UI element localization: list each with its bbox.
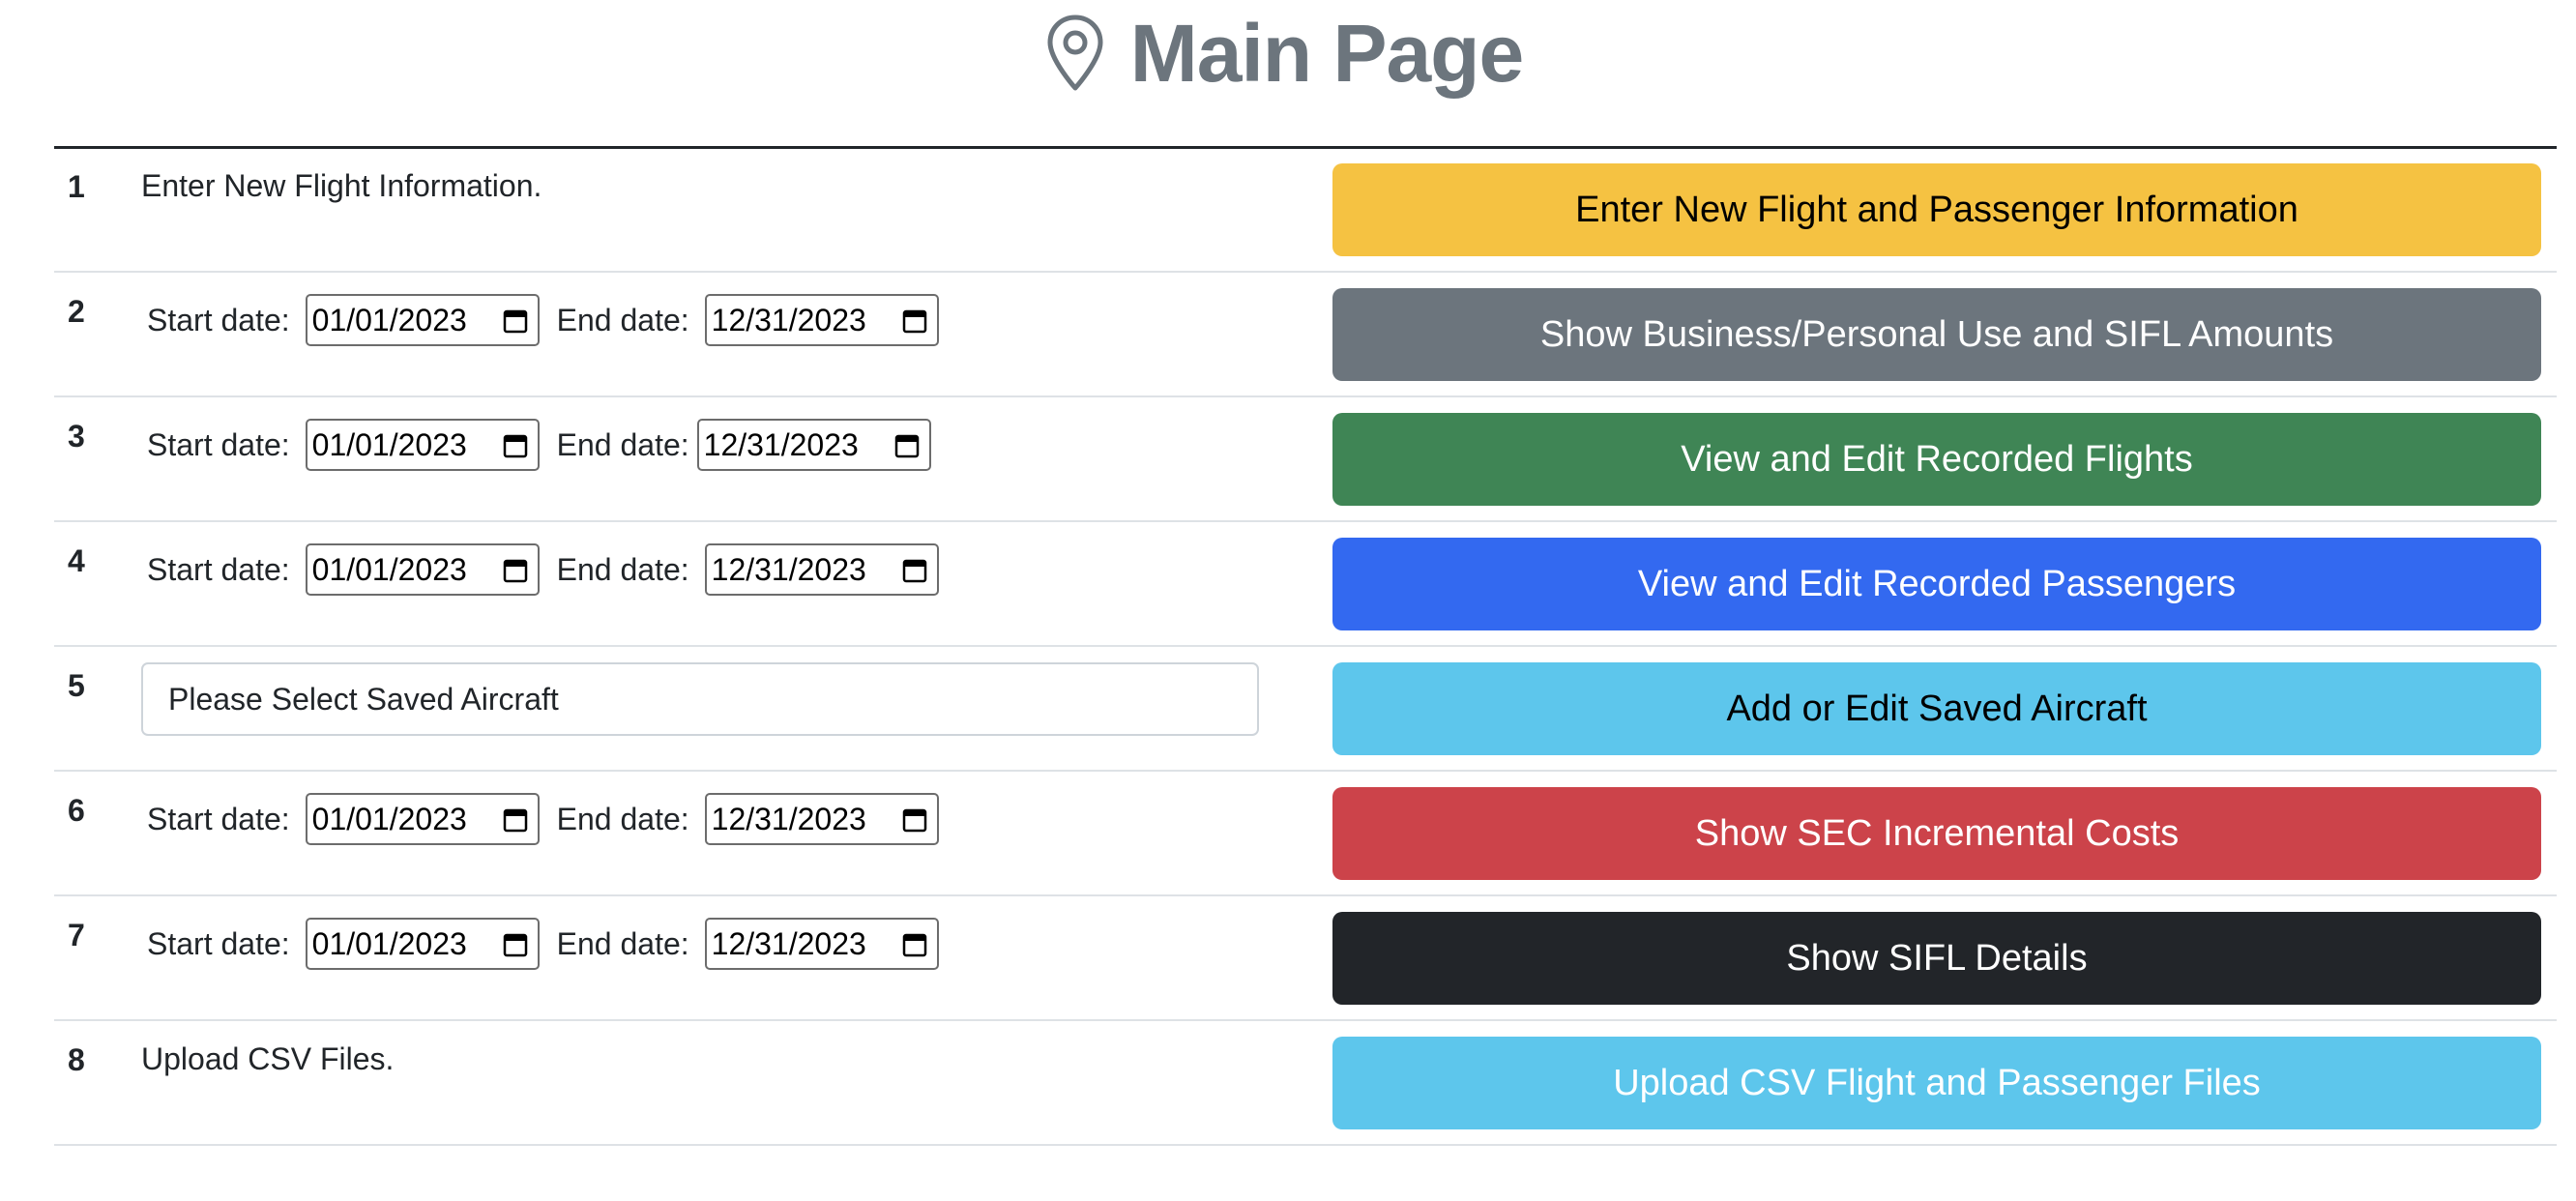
map-pin-icon	[1047, 15, 1103, 91]
start-date-label: Start date:	[147, 302, 290, 337]
table-row: 5 Please Select Saved Aircraft Add or Ed…	[54, 647, 2557, 772]
row-description: Enter New Flight Information.	[141, 168, 542, 203]
end-date-value: 12/31/2023	[703, 426, 859, 462]
end-date-input[interactable]: 12/31/2023	[704, 918, 939, 970]
start-date-label: Start date:	[147, 925, 290, 961]
calendar-icon[interactable]	[503, 807, 528, 833]
table-row: 3 Start date: 01/01/2023 End date: 12/31…	[54, 397, 2557, 522]
start-date-value: 01/01/2023	[311, 302, 467, 337]
enter-new-flight-button[interactable]: Enter New Flight and Passenger Informati…	[1332, 163, 2541, 256]
table-row: 2 Start date: 01/01/2023 End date: 12/31…	[54, 273, 2557, 397]
start-date-value: 01/01/2023	[311, 801, 467, 836]
row-description: Upload CSV Files.	[141, 1041, 395, 1076]
date-range: Start date: 01/01/2023 End date: 12/31/2…	[147, 791, 939, 847]
end-date-input[interactable]: 12/31/2023	[704, 294, 939, 346]
view-edit-flights-button[interactable]: View and Edit Recorded Flights	[1332, 413, 2541, 506]
end-date-label: End date:	[556, 801, 689, 836]
end-date-label: End date:	[556, 925, 689, 961]
end-date-input[interactable]: 12/31/2023	[696, 419, 931, 471]
date-range: Start date: 01/01/2023 End date: 12/31/2…	[147, 542, 939, 598]
show-sifl-details-button[interactable]: Show SIFL Details	[1332, 912, 2541, 1005]
table-row: 8 Upload CSV Files. Upload CSV Flight an…	[54, 1021, 2557, 1146]
date-range: Start date: 01/01/2023 End date: 12/31/2…	[147, 292, 939, 348]
end-date-value: 12/31/2023	[711, 925, 866, 961]
calendar-icon[interactable]	[902, 807, 927, 833]
end-date-input[interactable]: 12/31/2023	[704, 793, 939, 845]
row-number: 2	[68, 294, 85, 329]
calendar-icon[interactable]	[503, 932, 528, 957]
show-sec-costs-button[interactable]: Show SEC Incremental Costs	[1332, 787, 2541, 880]
start-date-input[interactable]: 01/01/2023	[305, 294, 540, 346]
start-date-input[interactable]: 01/01/2023	[305, 543, 540, 596]
start-date-value: 01/01/2023	[311, 551, 467, 587]
start-date-input[interactable]: 01/01/2023	[305, 918, 540, 970]
calendar-icon[interactable]	[894, 433, 920, 458]
calendar-icon[interactable]	[503, 433, 528, 458]
start-date-label: Start date:	[147, 551, 290, 587]
table-row: 1 Enter New Flight Information. Enter Ne…	[54, 148, 2557, 273]
table-row: 7 Start date: 01/01/2023 End date: 12/31…	[54, 896, 2557, 1021]
end-date-label: End date:	[556, 551, 689, 587]
start-date-value: 01/01/2023	[311, 925, 467, 961]
row-number: 3	[68, 419, 85, 454]
end-date-value: 12/31/2023	[711, 801, 866, 836]
start-date-value: 01/01/2023	[311, 426, 467, 462]
row-number: 6	[68, 793, 85, 828]
show-business-personal-use-button[interactable]: Show Business/Personal Use and SIFL Amou…	[1332, 288, 2541, 381]
calendar-icon[interactable]	[503, 308, 528, 334]
saved-aircraft-select[interactable]: Please Select Saved Aircraft	[141, 662, 1259, 736]
date-range: Start date: 01/01/2023 End date: 12/31/2…	[147, 417, 931, 473]
table-row: 6 Start date: 01/01/2023 End date: 12/31…	[54, 772, 2557, 896]
row-number: 5	[68, 668, 85, 703]
row-number: 4	[68, 543, 85, 578]
start-date-input[interactable]: 01/01/2023	[305, 793, 540, 845]
row-number: 8	[68, 1042, 85, 1077]
actions-table: 1 Enter New Flight Information. Enter Ne…	[54, 148, 2557, 1146]
end-date-value: 12/31/2023	[711, 302, 866, 337]
page-title: Main Page	[1129, 7, 1524, 99]
table-row: 4 Start date: 01/01/2023 End date: 12/31…	[54, 522, 2557, 647]
upload-csv-button[interactable]: Upload CSV Flight and Passenger Files	[1332, 1037, 2541, 1129]
add-edit-aircraft-button[interactable]: Add or Edit Saved Aircraft	[1332, 662, 2541, 755]
row-number: 1	[68, 169, 85, 204]
calendar-icon[interactable]	[902, 932, 927, 957]
start-date-input[interactable]: 01/01/2023	[305, 419, 540, 471]
calendar-icon[interactable]	[503, 558, 528, 583]
start-date-label: Start date:	[147, 426, 290, 462]
start-date-label: Start date:	[147, 801, 290, 836]
page-title-group: Main Page	[1045, 7, 1524, 101]
end-date-input[interactable]: 12/31/2023	[704, 543, 939, 596]
end-date-label: End date:	[556, 302, 689, 337]
page-header: Main Page	[0, 0, 2576, 106]
end-date-label: End date:	[556, 426, 689, 462]
view-edit-passengers-button[interactable]: View and Edit Recorded Passengers	[1332, 538, 2541, 630]
calendar-icon[interactable]	[902, 308, 927, 334]
row-number: 7	[68, 918, 85, 952]
end-date-value: 12/31/2023	[711, 551, 866, 587]
date-range: Start date: 01/01/2023 End date: 12/31/2…	[147, 916, 939, 972]
calendar-icon[interactable]	[902, 558, 927, 583]
